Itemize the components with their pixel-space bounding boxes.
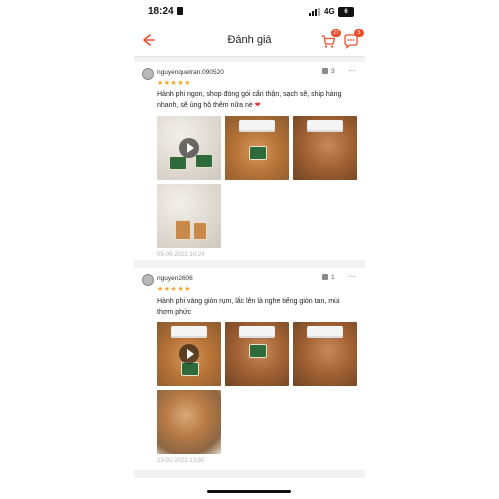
battery-icon: 6 bbox=[338, 7, 354, 17]
like-button[interactable]: 3 bbox=[322, 68, 335, 75]
review-photo[interactable] bbox=[293, 116, 357, 180]
jar-label bbox=[169, 156, 187, 170]
review-card: nguyen2606 1 ··· ★★★★★ Hành phi vàng giò… bbox=[134, 268, 365, 470]
review-date: 05-09-2022 10:24 bbox=[157, 252, 205, 258]
screen-lock-icon bbox=[176, 7, 183, 15]
review-video-thumbnail[interactable] bbox=[157, 116, 221, 180]
star-rating: ★★★★★ bbox=[157, 80, 191, 87]
review-photo[interactable] bbox=[157, 184, 221, 248]
avatar[interactable] bbox=[142, 274, 154, 286]
thumbs-up-icon bbox=[322, 274, 328, 280]
like-count: 1 bbox=[331, 274, 335, 281]
review-photo[interactable] bbox=[225, 322, 289, 386]
jar-label bbox=[249, 146, 267, 160]
avatar[interactable] bbox=[142, 68, 154, 80]
signal-icon bbox=[309, 8, 322, 16]
chat-badge: 5 bbox=[354, 29, 364, 37]
thumbs-up-icon bbox=[322, 68, 328, 74]
jar-label bbox=[181, 362, 199, 376]
heart-icon: ❤ bbox=[254, 102, 261, 109]
review-photo[interactable] bbox=[293, 322, 357, 386]
status-time: 18:24 bbox=[148, 6, 183, 17]
more-options-button[interactable]: ··· bbox=[348, 66, 356, 75]
jar-lid bbox=[307, 326, 343, 338]
more-options-button[interactable]: ··· bbox=[348, 272, 356, 281]
reviewer-name: nguyen2606 bbox=[157, 275, 193, 282]
review-text-content: Hành phi ngon, shop đóng gói cẩn thận, s… bbox=[157, 91, 342, 109]
review-photo[interactable] bbox=[157, 390, 221, 454]
cart-badge: 27 bbox=[331, 29, 341, 37]
jar-label bbox=[249, 344, 267, 358]
review-video-thumbnail[interactable] bbox=[157, 322, 221, 386]
like-button[interactable]: 1 bbox=[322, 274, 335, 281]
jar-label bbox=[175, 220, 191, 240]
star-rating: ★★★★★ bbox=[157, 286, 191, 293]
review-card: nguyenquetran.090520 3 ··· ★★★★★ Hành ph… bbox=[134, 62, 365, 260]
play-icon bbox=[179, 344, 199, 364]
time-text: 18:24 bbox=[148, 6, 174, 17]
chat-button[interactable]: 5 bbox=[343, 29, 364, 49]
play-icon bbox=[179, 138, 199, 158]
jar-lid bbox=[239, 326, 275, 338]
home-indicator[interactable] bbox=[207, 490, 291, 493]
network-label: 4G bbox=[324, 7, 335, 16]
jar-lid bbox=[307, 120, 343, 132]
review-text: Hành phi vàng giòn rụm, lắc lên là nghe … bbox=[157, 298, 340, 316]
jar-label bbox=[193, 222, 207, 240]
status-bar: 18:24 4G 6 bbox=[134, 0, 365, 26]
jar-lid bbox=[239, 120, 275, 132]
review-text: Hành phi ngon, shop đóng gói cẩn thận, s… bbox=[157, 89, 357, 111]
review-photo[interactable] bbox=[225, 116, 289, 180]
next-review-card bbox=[134, 478, 365, 499]
review-date: 23-02-2022 13:50 bbox=[157, 458, 205, 464]
like-count: 3 bbox=[331, 68, 335, 75]
jar-lid bbox=[171, 326, 207, 338]
phone-screen: 18:24 4G 6 Đánh giá 27 5 nguyenquetran.0… bbox=[134, 0, 365, 499]
reviewer-name: nguyenquetran.090520 bbox=[157, 69, 224, 76]
cart-button[interactable]: 27 bbox=[320, 29, 341, 49]
jar-label bbox=[195, 154, 213, 168]
top-nav: Đánh giá 27 5 bbox=[134, 26, 365, 57]
